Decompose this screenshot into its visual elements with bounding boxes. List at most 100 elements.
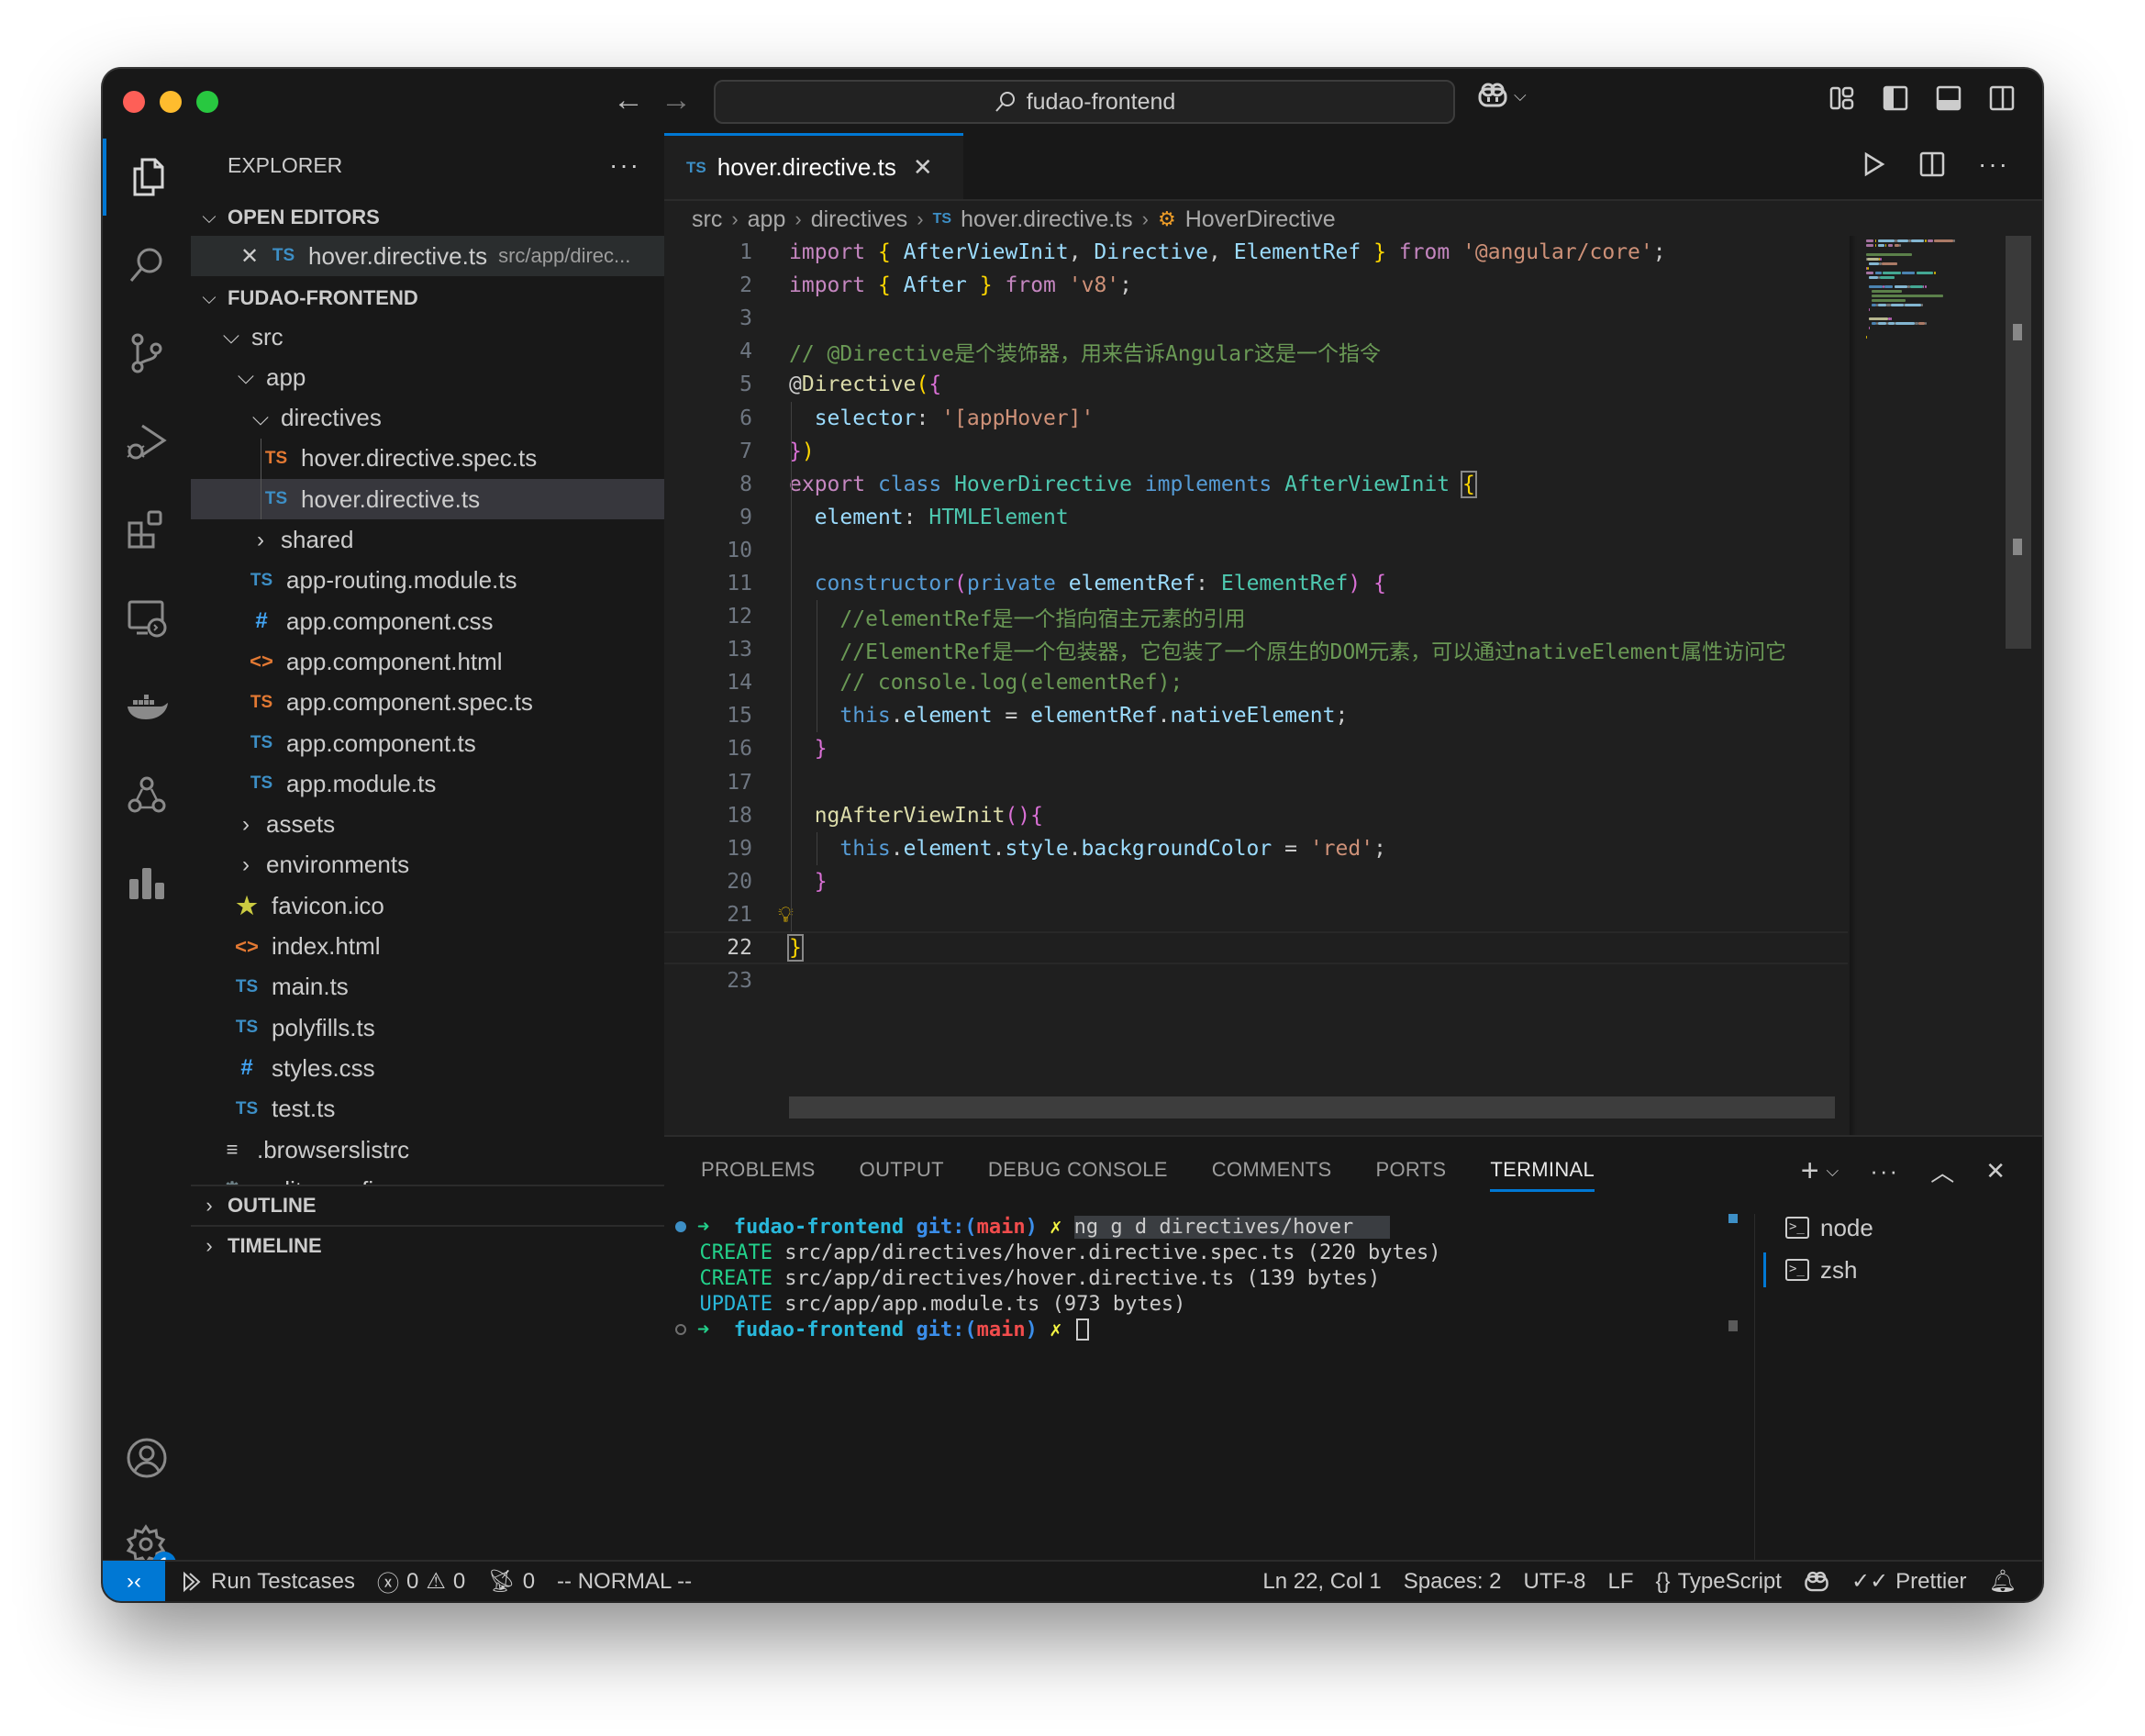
- terminal-instance-node[interactable]: >_ node: [1763, 1207, 2039, 1249]
- tree-folder[interactable]: › assets: [191, 805, 664, 845]
- activity-search[interactable]: [103, 221, 191, 309]
- customize-layout-icon[interactable]: [1829, 85, 1855, 111]
- end-of-line[interactable]: LF: [1597, 1569, 1645, 1595]
- activity-charts[interactable]: [103, 838, 191, 926]
- more-actions-icon[interactable]: ···: [1870, 1157, 1899, 1185]
- close-panel-icon[interactable]: ✕: [1985, 1157, 2006, 1185]
- split-editor-icon[interactable]: [1919, 151, 1945, 177]
- code-editor[interactable]: 1 import { AfterViewInit, Directive, Elem…: [664, 236, 1848, 997]
- tree-folder[interactable]: › shared: [191, 520, 664, 561]
- toggle-sidebar-icon[interactable]: [1883, 85, 1908, 111]
- vim-mode: -- NORMAL --: [546, 1569, 703, 1595]
- activity-remote-explorer[interactable]: [103, 573, 191, 662]
- panel-tab-output[interactable]: OUTPUT: [860, 1137, 944, 1203]
- language-mode[interactable]: {} TypeScript: [1645, 1569, 1793, 1595]
- line-number: 5: [739, 373, 752, 397]
- close-icon[interactable]: ✕: [231, 243, 268, 270]
- ports-indicator[interactable]: 📡︎ 0: [476, 1568, 546, 1595]
- tree-file[interactable]: <> app.component.html: [191, 641, 664, 682]
- activity-source-control[interactable]: [103, 309, 191, 397]
- code-line: 11 constructor(private elementRef: Eleme…: [664, 567, 1848, 600]
- run-testcases-button[interactable]: Run Testcases: [165, 1569, 366, 1595]
- code-text: }: [787, 934, 804, 963]
- tree-file[interactable]: # app.component.css: [191, 601, 664, 641]
- back-arrow-icon[interactable]: ←: [613, 82, 644, 118]
- terminal-output[interactable]: ➜ fudao-frontend git:(main) ✗ ng g d dir…: [675, 1214, 1629, 1342]
- tree-folder[interactable]: › environments: [191, 845, 664, 885]
- prettier-status[interactable]: ✓✓ Prettier: [1840, 1568, 1978, 1595]
- open-editors-section[interactable]: ⌵ OPEN EDITORS: [191, 199, 664, 236]
- tree-file[interactable]: # styles.css: [191, 1048, 664, 1088]
- more-actions-icon[interactable]: ···: [609, 150, 640, 180]
- activity-live-share[interactable]: [103, 750, 191, 838]
- tab-hover-directive[interactable]: TS hover.directive.ts ✕: [664, 133, 963, 199]
- problems-indicator[interactable]: ⓧ 0 ⚠ 0: [366, 1565, 476, 1597]
- class-symbol-icon: ⚙: [1158, 207, 1176, 230]
- files-icon: [133, 158, 164, 196]
- code-line: 7}): [664, 435, 1848, 468]
- tree-file[interactable]: TS app.module.ts: [191, 763, 664, 804]
- command-center-search[interactable]: fudao-frontend: [714, 80, 1455, 124]
- minimize-window-button[interactable]: [160, 91, 182, 113]
- breadcrumb-item[interactable]: src: [692, 206, 722, 233]
- run-icon[interactable]: [1862, 151, 1886, 177]
- copilot-status[interactable]: [1793, 1570, 1840, 1594]
- horizontal-scrollbar[interactable]: [789, 1096, 1835, 1118]
- close-icon[interactable]: ✕: [913, 153, 933, 182]
- tree-folder[interactable]: ⌵ app: [191, 357, 664, 397]
- panel-tab-problems[interactable]: PROBLEMS: [701, 1137, 816, 1203]
- remote-indicator[interactable]: ›‹: [103, 1561, 165, 1601]
- more-actions-icon[interactable]: ···: [1978, 150, 2009, 179]
- forward-arrow-icon[interactable]: →: [661, 82, 692, 118]
- terminal-instance-zsh[interactable]: >_ zsh: [1763, 1249, 2039, 1291]
- activity-extensions[interactable]: [103, 485, 191, 573]
- copilot-menu-button[interactable]: ⌵: [1477, 82, 1527, 109]
- close-window-button[interactable]: [123, 91, 145, 113]
- tree-file[interactable]: <> index.html: [191, 927, 664, 967]
- breadcrumb-item[interactable]: app: [748, 206, 786, 233]
- tree-file[interactable]: TS hover.directive.ts: [191, 479, 664, 520]
- panel-tab-terminal[interactable]: TERMINAL: [1490, 1137, 1595, 1203]
- panel-tab-comments[interactable]: COMMENTS: [1212, 1137, 1332, 1203]
- tree-file[interactable]: ★ favicon.ico: [191, 885, 664, 926]
- line-number: 8: [739, 472, 752, 496]
- tree-file[interactable]: ≡ .browserslistrc: [191, 1130, 664, 1170]
- vertical-scrollbar[interactable]: [2006, 236, 2031, 649]
- activity-run-debug[interactable]: [103, 397, 191, 485]
- tree-folder[interactable]: ⌵ src: [191, 317, 664, 357]
- panel-tabs: PROBLEMS OUTPUT DEBUG CONSOLE COMMENTS PORTS…: [701, 1137, 1595, 1203]
- encoding[interactable]: UTF-8: [1513, 1569, 1597, 1595]
- tree-file[interactable]: TS hover.directive.spec.ts: [191, 439, 664, 479]
- indentation[interactable]: Spaces: 2: [1393, 1569, 1513, 1595]
- activity-explorer[interactable]: [103, 133, 191, 221]
- project-section[interactable]: ⌵ FUDAO-FRONTEND: [191, 280, 664, 317]
- tree-file[interactable]: TS main.ts: [191, 967, 664, 1007]
- panel-tab-ports[interactable]: PORTS: [1376, 1137, 1447, 1203]
- cursor-position[interactable]: Ln 22, Col 1: [1251, 1569, 1392, 1595]
- tree-file[interactable]: TS app.component.spec.ts: [191, 683, 664, 723]
- breadcrumb-item[interactable]: hover.directive.ts: [961, 206, 1133, 233]
- minimap-line: [1885, 244, 1887, 247]
- toggle-panel-icon[interactable]: [1936, 85, 1962, 111]
- breadcrumb-item[interactable]: HoverDirective: [1185, 206, 1336, 233]
- tree-file[interactable]: TS app-routing.module.ts: [191, 561, 664, 601]
- tree-folder[interactable]: ⌵ directives: [191, 398, 664, 439]
- tree-file[interactable]: TS app.component.ts: [191, 723, 664, 763]
- notifications[interactable]: 🔔︎: [1978, 1568, 2028, 1595]
- tree-file[interactable]: TS polyfills.ts: [191, 1007, 664, 1048]
- chevron-down-icon[interactable]: ⌵: [1827, 1162, 1839, 1181]
- outline-section[interactable]: › OUTLINE: [191, 1185, 664, 1225]
- maximize-panel-icon[interactable]: ︿: [1930, 1154, 1954, 1188]
- ts-file-icon: TS: [250, 733, 273, 752]
- open-editor-item[interactable]: ✕ TS hover.directive.ts src/app/direc...: [191, 236, 664, 276]
- activity-docker[interactable]: [103, 662, 191, 750]
- breadcrumb-item[interactable]: directives: [811, 206, 908, 233]
- tree-file[interactable]: TS test.ts: [191, 1089, 664, 1130]
- panel-tab-debug-console[interactable]: DEBUG CONSOLE: [988, 1137, 1168, 1203]
- maximize-window-button[interactable]: [196, 91, 218, 113]
- activity-accounts[interactable]: [103, 1414, 191, 1502]
- timeline-section[interactable]: › TIMELINE: [191, 1225, 664, 1265]
- prompt-directory: fudao-frontend: [733, 1215, 905, 1239]
- toggle-secondary-sidebar-icon[interactable]: [1989, 85, 2015, 111]
- new-terminal-icon[interactable]: +: [1801, 1153, 1819, 1189]
